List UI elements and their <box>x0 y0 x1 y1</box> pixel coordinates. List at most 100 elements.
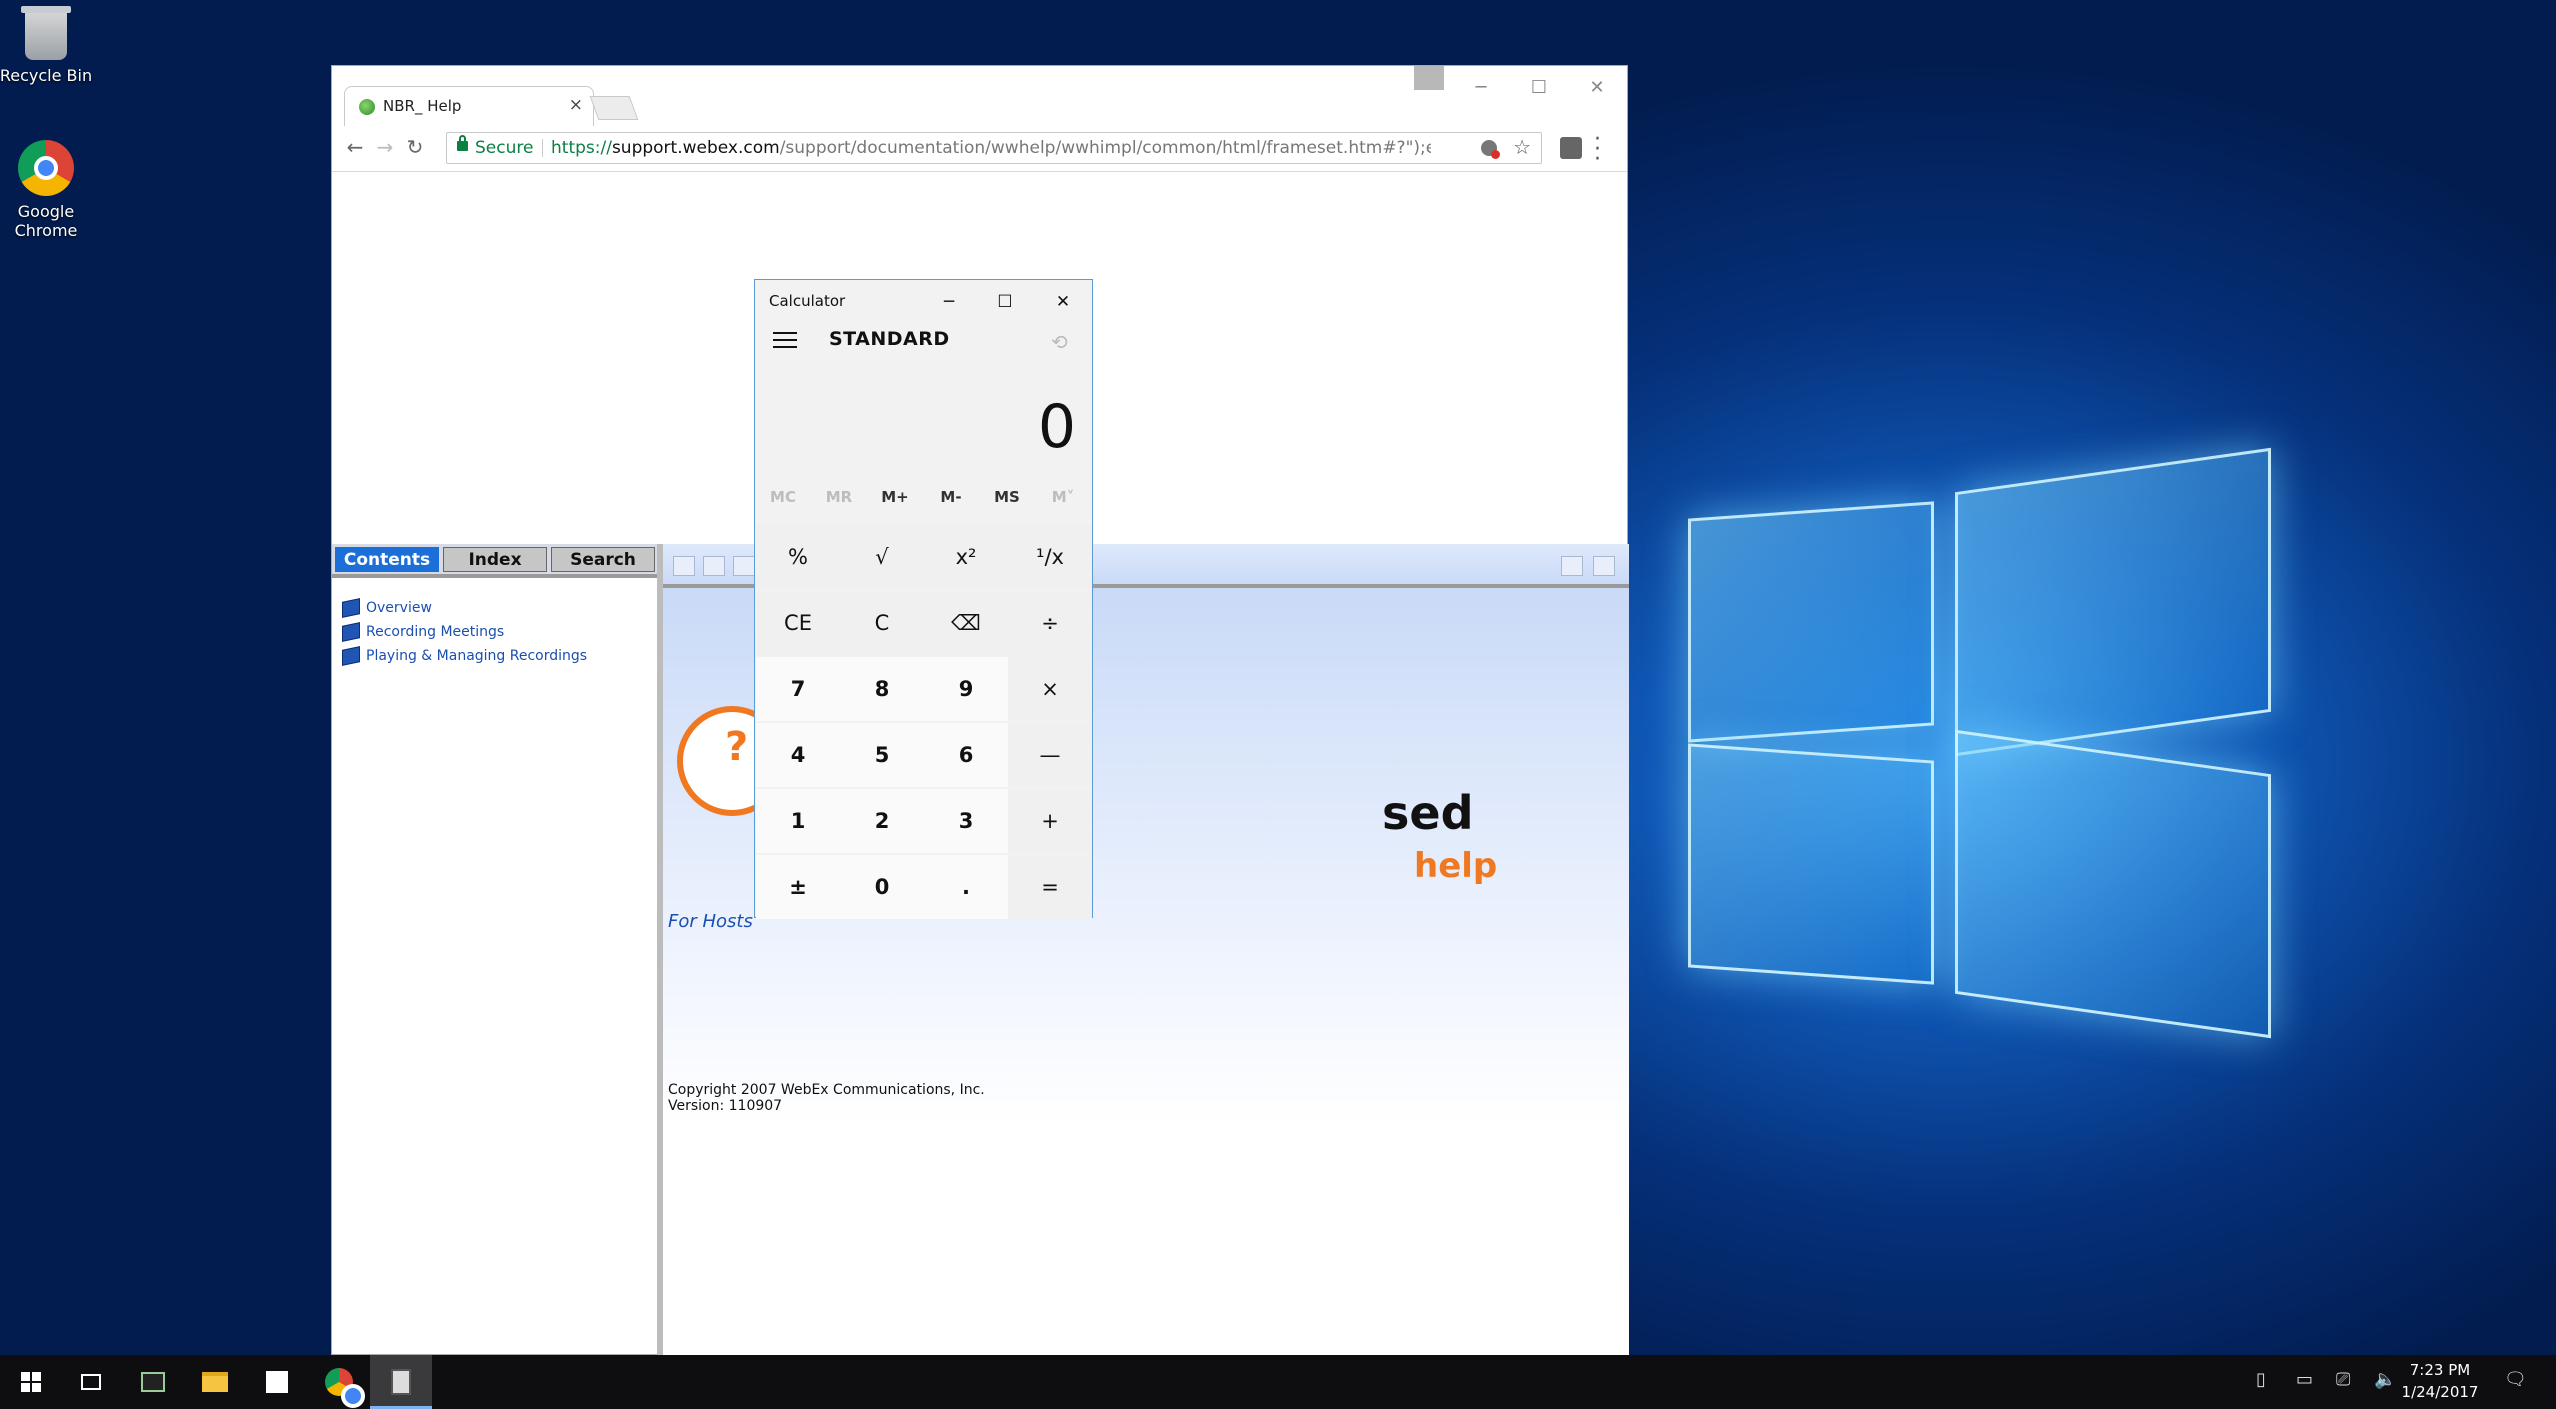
calc-key-r2-c0[interactable]: 7 <box>756 657 840 721</box>
calc-key-r0-c1[interactable]: √ <box>840 525 924 589</box>
tab-strip: NBR_ Help × ─ ☐ ✕ <box>332 66 1627 127</box>
tab-search[interactable]: Search <box>551 547 655 572</box>
url-host: support.webex.com <box>611 138 780 158</box>
memory-button-3[interactable]: M- <box>923 488 979 506</box>
calc-key-r0-c3[interactable]: ¹/x <box>1008 525 1092 589</box>
toc-item-recording-meetings[interactable]: Recording Meetings <box>342 620 587 644</box>
taskbar-file-explorer[interactable] <box>184 1355 246 1409</box>
calc-key-r2-c1[interactable]: 8 <box>840 657 924 721</box>
calc-key-r5-c2[interactable]: . <box>924 855 1008 919</box>
email-icon[interactable] <box>1593 556 1615 576</box>
version-line: Version: 110907 <box>668 1098 783 1114</box>
help-title-fragment: sed <box>1382 786 1474 840</box>
calc-close-button[interactable]: ✕ <box>1035 284 1091 320</box>
left-pane-divider <box>332 574 657 578</box>
reload-icon[interactable]: ↻ <box>400 135 430 159</box>
desktop-icon-recycle-bin[interactable]: Recycle Bin <box>0 6 101 85</box>
desktop-icon-google-chrome[interactable]: Google Chrome <box>0 140 101 240</box>
help-subtitle-fragment: help <box>1414 846 1498 886</box>
calc-key-r4-c1[interactable]: 2 <box>840 789 924 853</box>
new-tab-button[interactable] <box>589 96 639 120</box>
desktop-icon-label: Recycle Bin <box>0 66 93 85</box>
calculator-icon <box>391 1369 411 1395</box>
calc-key-r2-c2[interactable]: 9 <box>924 657 1008 721</box>
back-arrow-icon[interactable]: ← <box>340 135 370 159</box>
action-center-icon[interactable]: 🗨 <box>2504 1369 2527 1390</box>
tab-close-icon[interactable]: × <box>569 95 583 115</box>
contents-tree: Overview Recording Meetings Playing & Ma… <box>342 596 587 668</box>
usb-icon[interactable]: ▯ <box>2256 1369 2266 1390</box>
calc-key-r1-c2[interactable]: ⌫ <box>924 591 1008 655</box>
profile-icon[interactable] <box>1414 66 1444 90</box>
calculator-window: Calculator ─ ☐ ✕ STANDARD ⟲ 0 MC MR M+ M- MS… <box>754 279 1093 919</box>
recycle-bin-icon <box>21 6 71 60</box>
calc-key-r5-c1[interactable]: 0 <box>840 855 924 919</box>
memory-button-1[interactable]: MR <box>811 488 867 506</box>
memory-button-0[interactable]: MC <box>755 488 811 506</box>
calc-key-r3-c3[interactable]: — <box>1008 723 1092 787</box>
close-button[interactable]: ✕ <box>1568 68 1626 108</box>
url-text[interactable]: https://support.webex.com/support/docume… <box>551 138 1431 158</box>
toc-item-overview[interactable]: Overview <box>342 596 587 620</box>
next-page-icon[interactable] <box>703 556 725 576</box>
maximize-button[interactable]: ☐ <box>1510 68 1568 108</box>
forward-arrow-icon[interactable]: → <box>370 135 400 159</box>
toc-item-playing-managing[interactable]: Playing & Managing Recordings <box>342 644 587 668</box>
calc-key-r0-c2[interactable]: x² <box>924 525 1008 589</box>
windows-start-icon <box>21 1372 41 1392</box>
url-scheme: https:// <box>551 138 612 158</box>
tab-index[interactable]: Index <box>443 547 547 572</box>
book-icon <box>342 646 360 666</box>
calc-key-r4-c0[interactable]: 1 <box>756 789 840 853</box>
calc-key-r1-c1[interactable]: C <box>840 591 924 655</box>
blocked-content-icon[interactable] <box>1481 140 1500 159</box>
history-icon[interactable]: ⟲ <box>1051 330 1068 354</box>
bookmark-star-icon[interactable]: ☆ <box>1513 135 1531 159</box>
extension-icon[interactable] <box>1560 137 1582 159</box>
memory-button-4[interactable]: MS <box>979 488 1035 506</box>
calc-key-r1-c0[interactable]: CE <box>756 591 840 655</box>
print-icon[interactable] <box>1561 556 1583 576</box>
url-path: /support/documentation/wwhelp/wwhimpl/co… <box>779 138 1431 158</box>
taskbar-chrome[interactable] <box>308 1355 370 1409</box>
browser-tab[interactable]: NBR_ Help × <box>344 86 594 126</box>
chrome-menu-icon[interactable]: · · · <box>1594 129 1601 171</box>
browser-toolbar: ← → ↻ Secure https://support.webex.com/s… <box>332 127 1627 172</box>
calc-key-r0-c0[interactable]: % <box>756 525 840 589</box>
memory-button-2[interactable]: M+ <box>867 488 923 506</box>
calc-key-r5-c3[interactable]: = <box>1008 855 1092 919</box>
taskbar-calculator[interactable] <box>370 1355 432 1409</box>
calc-key-r2-c3[interactable]: × <box>1008 657 1092 721</box>
keyboard-icon[interactable]: ▭ <box>2296 1369 2313 1390</box>
toc-label: Recording Meetings <box>366 624 505 640</box>
taskbar-store[interactable] <box>246 1355 308 1409</box>
calc-key-r1-c3[interactable]: ÷ <box>1008 591 1092 655</box>
hamburger-menu-icon[interactable] <box>773 332 797 350</box>
calc-maximize-button[interactable]: ☐ <box>977 284 1033 320</box>
address-bar[interactable]: Secure https://support.webex.com/support… <box>446 132 1542 164</box>
taskbar: ▯ ▭ ⎚ 🔈 7:23 PM 1/24/2017 🗨 <box>0 1355 2556 1409</box>
task-view-button[interactable] <box>60 1355 122 1409</box>
calc-key-r4-c2[interactable]: 3 <box>924 789 1008 853</box>
clock-time: 7:23 PM <box>2409 1361 2471 1379</box>
calc-key-r3-c0[interactable]: 4 <box>756 723 840 787</box>
tab-contents[interactable]: Contents <box>335 547 439 572</box>
favicon-icon <box>359 99 375 115</box>
calc-minimize-button[interactable]: ─ <box>921 284 977 320</box>
calculator-title: Calculator <box>769 292 846 310</box>
network-icon[interactable]: ⎚ <box>2336 1369 2350 1390</box>
calc-key-r4-c3[interactable]: + <box>1008 789 1092 853</box>
calc-key-r5-c0[interactable]: ± <box>756 855 840 919</box>
help-nav-tabs: Contents Index Search <box>332 544 657 574</box>
minimize-button[interactable]: ─ <box>1452 68 1510 108</box>
sync-toc-icon[interactable] <box>733 556 755 576</box>
calc-key-r3-c2[interactable]: 6 <box>924 723 1008 787</box>
system-clock[interactable]: 7:23 PM 1/24/2017 <box>2390 1359 2490 1403</box>
secure-label: Secure <box>475 138 534 158</box>
calc-key-r3-c1[interactable]: 5 <box>840 723 924 787</box>
previous-page-icon[interactable] <box>673 556 695 576</box>
memory-button-5[interactable]: M˅ <box>1035 488 1091 506</box>
taskbar-terminal[interactable] <box>122 1355 184 1409</box>
start-button[interactable] <box>0 1355 62 1409</box>
chrome-icon <box>18 140 74 196</box>
